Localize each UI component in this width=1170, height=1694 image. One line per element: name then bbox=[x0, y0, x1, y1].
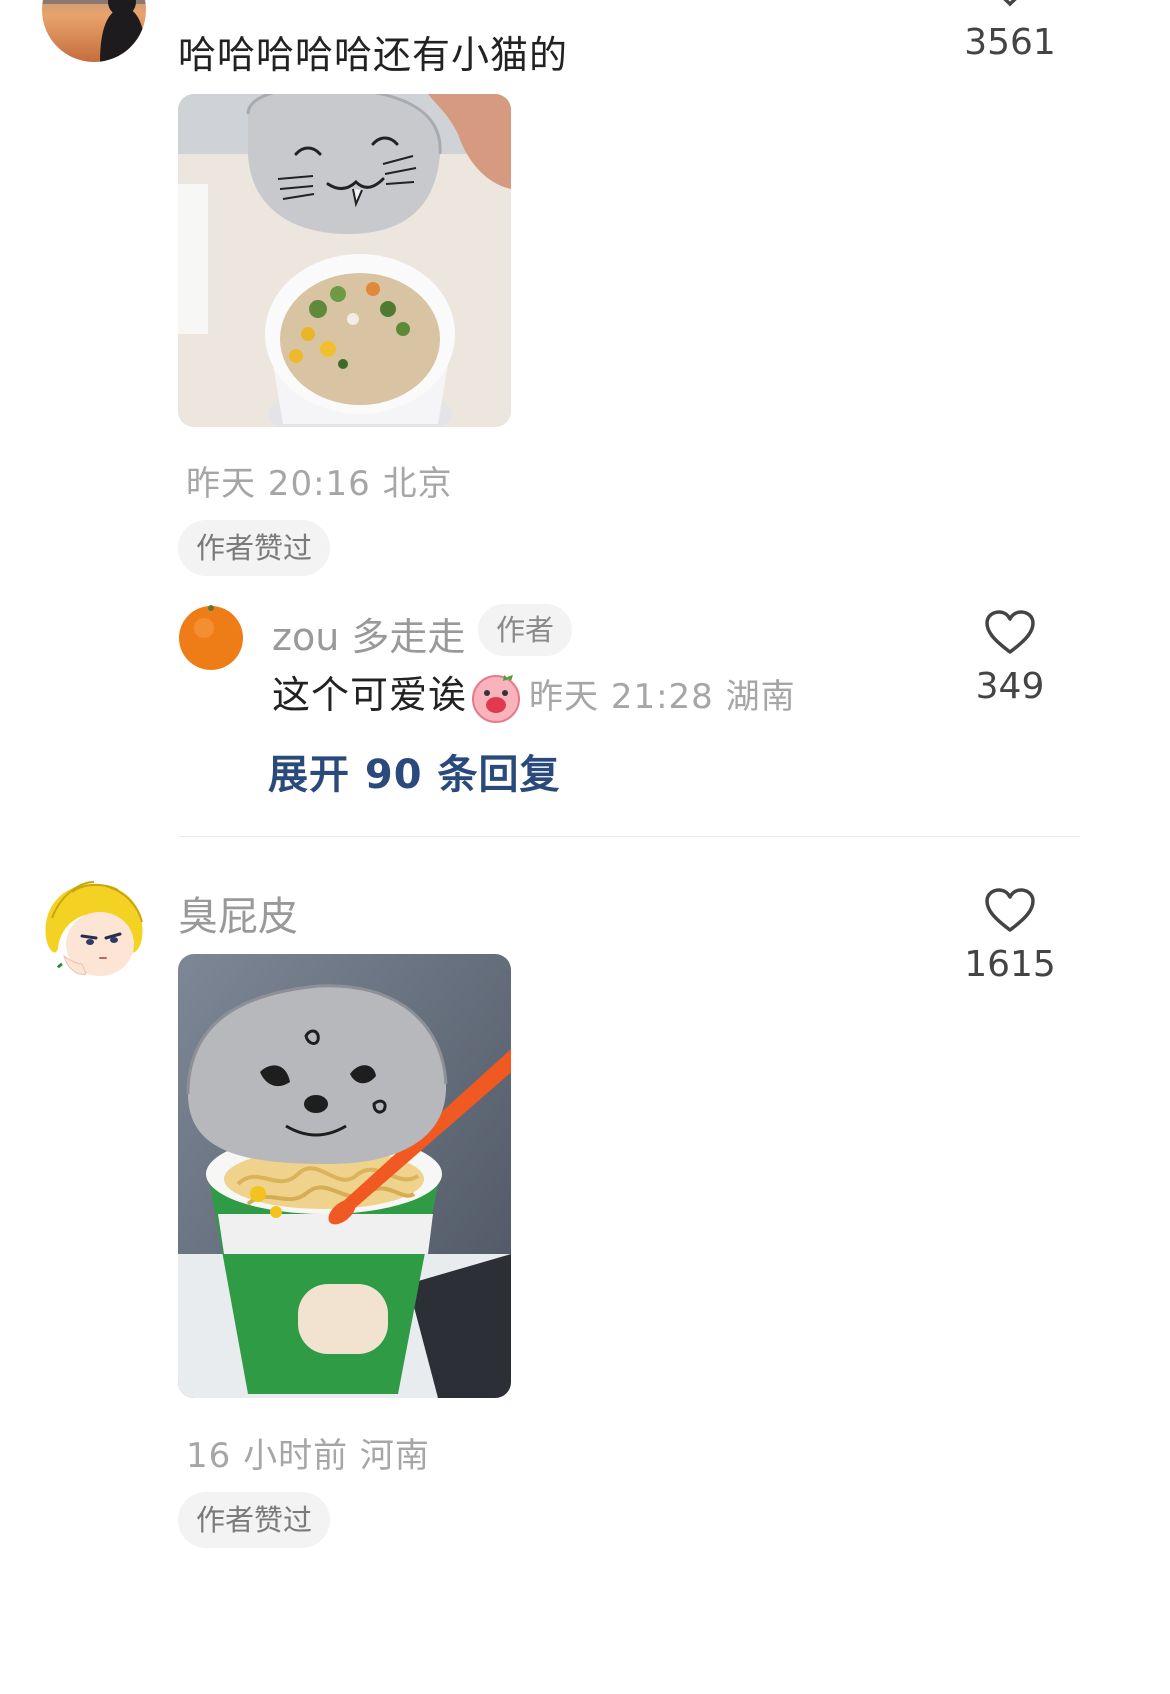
sunset-avatar-image bbox=[42, 0, 146, 62]
expand-replies-link[interactable]: 展开 90 条回复 bbox=[268, 742, 561, 800]
reply-username[interactable]: zou 多走走 bbox=[272, 606, 465, 661]
comment-photo[interactable] bbox=[178, 94, 511, 427]
comment-time-location: 昨天 20:16 北京 bbox=[186, 464, 453, 504]
reply-time-location: 昨天 21:28 湖南 bbox=[529, 677, 796, 717]
cat-lid-cup-noodle-photo bbox=[178, 94, 511, 427]
like-count: 3561 bbox=[964, 22, 1056, 63]
reply-text: 这个可爱诶 bbox=[272, 673, 468, 717]
orange-avatar-image bbox=[178, 604, 244, 670]
reply-line: 这个可爱诶 昨天 21:28 湖南 bbox=[272, 664, 796, 725]
commenter-avatar[interactable] bbox=[42, 0, 146, 62]
like-count: 1615 bbox=[964, 944, 1056, 985]
comment-feed: 哈哈哈哈哈还有小猫的 3561 昨天 20:16 北京 作者赞过 zou 多走走… bbox=[0, 0, 1170, 1694]
heart-outline-icon bbox=[985, 610, 1035, 654]
commenter-avatar[interactable] bbox=[42, 878, 146, 982]
reply-like-button[interactable]: 349 bbox=[940, 610, 1080, 707]
pig-face-emoji-icon bbox=[472, 674, 521, 723]
reply-like-count: 349 bbox=[975, 666, 1045, 707]
reply-avatar[interactable] bbox=[178, 604, 244, 670]
heart-outline-icon bbox=[1003, 0, 1017, 7]
commenter-username[interactable]: 臭屁皮 bbox=[178, 884, 298, 942]
author-liked-badge: 作者赞过 bbox=[178, 1492, 331, 1548]
comment-time-location: 16 小时前 河南 bbox=[186, 1436, 430, 1476]
like-button[interactable]: 1615 bbox=[940, 888, 1080, 985]
author-tag: 作者 bbox=[478, 604, 573, 656]
heart-outline-icon bbox=[985, 888, 1035, 932]
comment-divider bbox=[178, 836, 1080, 837]
comment-text: 哈哈哈哈哈还有小猫的 bbox=[178, 33, 569, 77]
cartoon-girl-avatar-image bbox=[42, 878, 146, 982]
comment-photo[interactable] bbox=[178, 954, 511, 1398]
author-liked-badge: 作者赞过 bbox=[178, 520, 331, 576]
like-button[interactable]: 3561 bbox=[940, 0, 1080, 63]
seal-lid-cup-noodle-photo bbox=[178, 954, 511, 1398]
